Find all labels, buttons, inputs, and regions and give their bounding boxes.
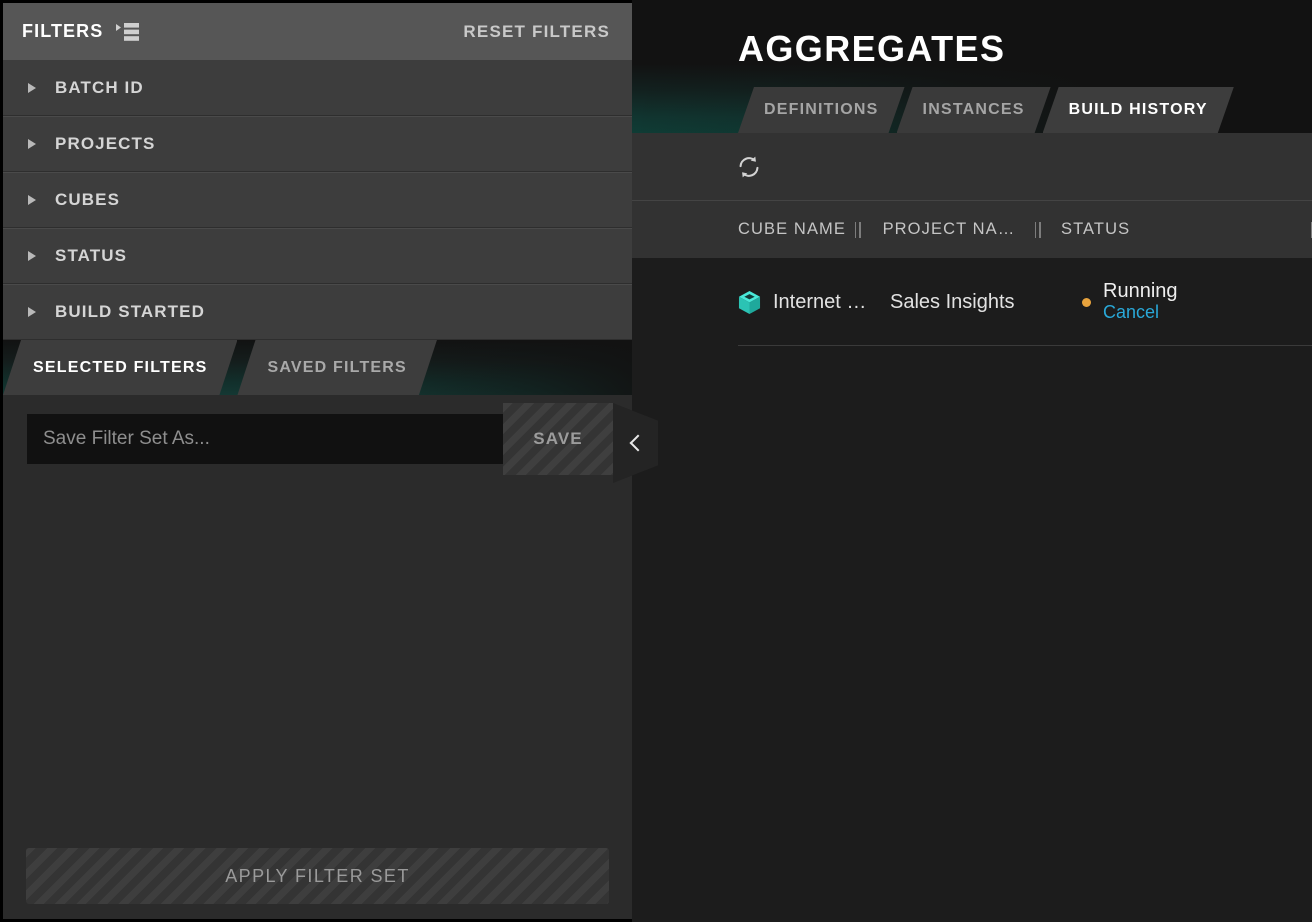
filter-section-label: CUBES [55, 190, 121, 209]
filter-section-status[interactable]: STATUS [3, 228, 632, 284]
filter-section-label: PROJECTS [55, 134, 156, 153]
filter-sections-list: BATCH ID PROJECTS CUBES STATUS BUILD STA… [3, 60, 632, 340]
status-stack: Running Cancel [1103, 281, 1178, 322]
app-root: FILTERS RESET FILTERS BATCH ID PROJECTS [0, 0, 1312, 922]
filter-section-projects[interactable]: PROJECTS [3, 116, 632, 172]
filter-section-cubes[interactable]: CUBES [3, 172, 632, 228]
column-header-cube-name[interactable]: CUBE NAME [738, 220, 855, 239]
tab-label: BUILD HISTORY [1068, 101, 1208, 118]
tab-build-history[interactable]: BUILD HISTORY [1043, 87, 1234, 133]
tab-selected-filters[interactable]: SELECTED FILTERS [3, 340, 237, 395]
cube-name-text: Internet … [773, 290, 867, 313]
filter-section-batch-id[interactable]: BATCH ID [3, 60, 632, 116]
triangle-right-icon [28, 307, 36, 317]
filter-section-label: STATUS [55, 246, 128, 265]
filter-list-icon[interactable] [116, 22, 142, 42]
cancel-build-link[interactable]: Cancel [1103, 302, 1178, 322]
triangle-right-icon [28, 195, 36, 205]
save-filter-set-button[interactable]: SAVE [503, 403, 613, 475]
cell-status: Running Cancel [1082, 281, 1242, 322]
column-header-status[interactable]: STATUS [1061, 220, 1187, 239]
filters-sidebar: FILTERS RESET FILTERS BATCH ID PROJECTS [0, 0, 658, 922]
page-title-filters: FILTERS [22, 21, 104, 41]
tab-label: INSTANCES [922, 101, 1025, 118]
tab-label: SAVED FILTERS [267, 358, 407, 376]
refresh-icon [739, 156, 759, 177]
table-header-row: CUBE NAME PROJECT NA… STATUS [632, 200, 1312, 258]
save-filter-set-row: SAVE [3, 395, 658, 483]
tab-label: SELECTED FILTERS [33, 358, 208, 376]
build-history-table-body: Internet … Sales Insights Running Cancel [632, 258, 1312, 922]
triangle-right-icon [28, 82, 36, 93]
triangle-right-icon [28, 251, 36, 261]
triangle-right-icon [28, 139, 36, 149]
cell-project-name: Sales Insights [890, 290, 1015, 313]
reset-filters-button[interactable]: RESET FILTERS [463, 22, 610, 42]
sidebar-tabs-row: SELECTED FILTERS SAVED FILTERS [3, 340, 632, 395]
selected-filters-empty-area [3, 483, 632, 833]
save-button-label: SAVE [533, 429, 583, 448]
column-resize-handle-2[interactable] [1034, 221, 1041, 238]
cube-icon [738, 290, 761, 315]
apply-filter-set-button[interactable]: APPLY FILTER SET [26, 848, 609, 904]
filter-section-label: BUILD STARTED [55, 302, 205, 321]
cell-cube-name: Internet … [738, 290, 890, 315]
sidebar-tabs-strip: SELECTED FILTERS SAVED FILTERS [3, 340, 632, 395]
table-row[interactable]: Internet … Sales Insights Running Cancel [632, 258, 1312, 346]
filters-header: FILTERS RESET FILTERS [3, 3, 632, 60]
tab-label: DEFINITIONS [764, 101, 879, 118]
status-dot-icon [1082, 297, 1091, 307]
refresh-button[interactable] [732, 150, 766, 184]
tabs-spacer [437, 340, 632, 395]
column-header-project-name[interactable]: PROJECT NA… [883, 220, 1035, 239]
sidebar-footer: APPLY FILTER SET [3, 833, 632, 919]
filter-section-build-started[interactable]: BUILD STARTED [3, 284, 632, 340]
main-panel: AGGREGATES DEFINITIONS INSTANCES BUILD H… [632, 0, 1312, 922]
save-filter-set-input[interactable] [27, 414, 503, 464]
page-title: AGGREGATES [738, 28, 1006, 69]
column-resize-handle-1[interactable] [854, 221, 861, 238]
tab-definitions[interactable]: DEFINITIONS [738, 87, 905, 133]
filter-section-label: BATCH ID [55, 77, 144, 97]
tab-saved-filters[interactable]: SAVED FILTERS [237, 340, 436, 395]
main-tabs: DEFINITIONS INSTANCES BUILD HISTORY [738, 87, 1226, 133]
build-history-toolbar [632, 133, 1312, 200]
tab-instances[interactable]: INSTANCES [897, 87, 1051, 133]
apply-button-label: APPLY FILTER SET [225, 865, 410, 886]
chevron-left-icon [629, 434, 647, 452]
status-badge: Running [1103, 281, 1178, 303]
main-header: AGGREGATES DEFINITIONS INSTANCES BUILD H… [632, 0, 1312, 133]
